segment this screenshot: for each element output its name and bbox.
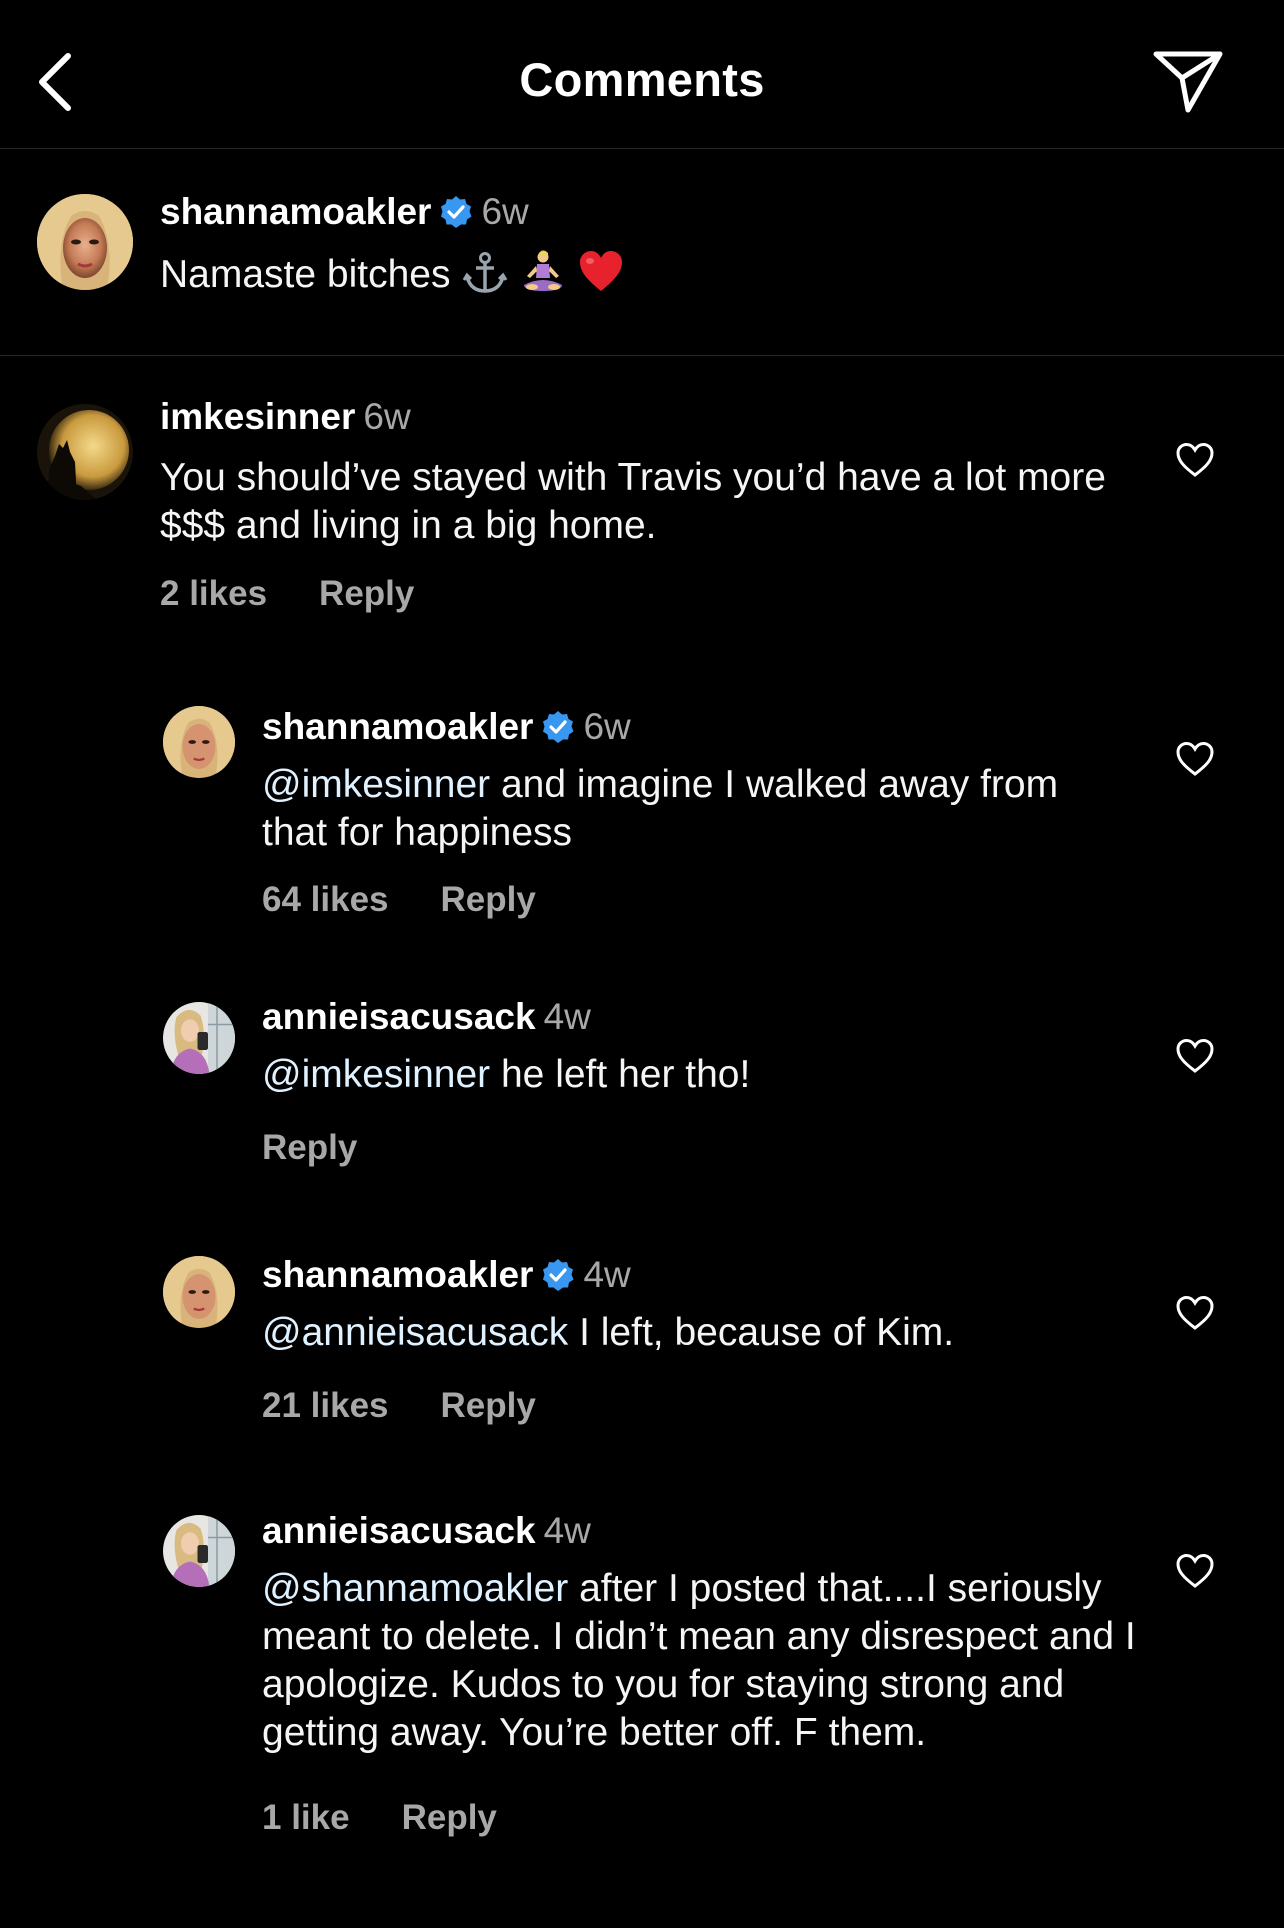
comment-meta: shannamoakler 4w: [262, 1252, 631, 1298]
likes-count[interactable]: 64 likes: [262, 880, 389, 919]
red-heart-icon: [580, 251, 623, 291]
header-bar: Comments: [0, 0, 1284, 149]
heart-icon[interactable]: [1175, 1037, 1215, 1075]
avatar[interactable]: [163, 1002, 235, 1074]
comment-meta: shannamoakler 6w: [262, 704, 631, 750]
likes-count[interactable]: 21 likes: [262, 1386, 389, 1425]
mention-link[interactable]: @shannamoakler: [262, 1567, 568, 1610]
timestamp: 4w: [543, 996, 591, 1037]
verified-badge-icon: [543, 1259, 574, 1291]
comment-actions: 21 likes Reply: [262, 1386, 536, 1426]
verified-badge-icon: [441, 196, 472, 228]
post-caption: shannamoakler 6w Namaste bitches: [0, 149, 1284, 356]
comment-body: I left, because of Kim.: [568, 1311, 955, 1354]
verified-badge-icon: [543, 711, 574, 743]
timestamp: 4w: [583, 1254, 631, 1295]
comment-actions: 2 likes Reply: [160, 574, 414, 614]
reply-button[interactable]: Reply: [319, 574, 414, 613]
avatar[interactable]: [163, 1515, 235, 1587]
username[interactable]: annieisacusack: [262, 1510, 536, 1551]
caption-body: Namaste bitches: [160, 253, 451, 296]
anchor-icon: [463, 252, 508, 293]
avatar[interactable]: [163, 1256, 235, 1328]
comment-actions: Reply: [262, 1128, 357, 1168]
username[interactable]: shannamoakler: [160, 191, 431, 232]
profile-photo-shannamoakler: [163, 1256, 235, 1328]
reply-button[interactable]: Reply: [441, 1386, 536, 1425]
caption-text: Namaste bitches: [160, 249, 1060, 299]
timestamp: 6w: [363, 396, 411, 437]
reply-item: shannamoakler 4w @annieisacusack I left,…: [0, 1224, 1284, 1480]
comment-text: You should’ve stayed with Travis you’d h…: [160, 456, 1106, 547]
person-in-lotus-position-icon: [524, 250, 563, 291]
comment-meta: shannamoakler 6w: [160, 189, 529, 235]
reply-button[interactable]: Reply: [441, 880, 536, 919]
username[interactable]: annieisacusack: [262, 996, 536, 1037]
reply-item: annieisacusack 4w @shannamoakler after I …: [0, 1480, 1284, 1900]
comment-body: he left her tho!: [490, 1053, 751, 1096]
timestamp: 6w: [583, 706, 631, 747]
username[interactable]: shannamoakler: [262, 1254, 533, 1295]
profile-photo-shannamoakler: [37, 194, 133, 290]
reply-button[interactable]: Reply: [262, 1128, 357, 1167]
paper-plane-icon: [1153, 51, 1223, 113]
timestamp: 4w: [543, 1510, 591, 1551]
username[interactable]: imkesinner: [160, 396, 355, 437]
profile-photo-annieisacusack: [163, 1002, 235, 1074]
likes-count[interactable]: 1 like: [262, 1798, 350, 1837]
profile-photo-imkesinner: [37, 404, 133, 500]
comment-actions: 1 like Reply: [262, 1798, 497, 1838]
comment-meta: imkesinner 6w: [160, 394, 411, 440]
profile-photo-annieisacusack: [163, 1515, 235, 1587]
share-button[interactable]: [1148, 46, 1228, 118]
avatar[interactable]: [37, 194, 133, 290]
page-title: Comments: [519, 53, 765, 106]
comment-meta: annieisacusack 4w: [262, 1508, 591, 1554]
reply-button[interactable]: Reply: [402, 1798, 497, 1837]
comment-text: @annieisacusack I left, because of Kim.: [262, 1309, 1092, 1357]
likes-count[interactable]: 2 likes: [160, 574, 267, 613]
comment-meta: annieisacusack 4w: [262, 994, 591, 1040]
comment-text: @imkesinner he left her tho!: [262, 1051, 1092, 1099]
mention-link[interactable]: @imkesinner: [262, 763, 490, 806]
avatar[interactable]: [37, 404, 133, 500]
comment-item: imkesinner 6w You should’ve stayed with T…: [0, 356, 1284, 676]
comment-text: @imkesinner and imagine I walked away fr…: [262, 761, 1092, 857]
heart-icon[interactable]: [1175, 740, 1215, 778]
mention-link[interactable]: @imkesinner: [262, 1053, 490, 1096]
heart-icon[interactable]: [1175, 1294, 1215, 1332]
reply-item: shannamoakler 6w @imkesinner and imagine…: [0, 676, 1284, 966]
mention-link[interactable]: @annieisacusack: [262, 1311, 568, 1354]
timestamp: 6w: [481, 191, 529, 232]
reply-item: annieisacusack 4w @imkesinner he left her…: [0, 966, 1284, 1224]
username[interactable]: shannamoakler: [262, 706, 533, 747]
avatar[interactable]: [163, 706, 235, 778]
heart-icon[interactable]: [1175, 1552, 1215, 1590]
profile-photo-shannamoakler: [163, 706, 235, 778]
comment-text: @shannamoakler after I posted that....I …: [262, 1565, 1142, 1757]
heart-icon[interactable]: [1175, 441, 1215, 479]
comment-actions: 64 likes Reply: [262, 880, 536, 920]
